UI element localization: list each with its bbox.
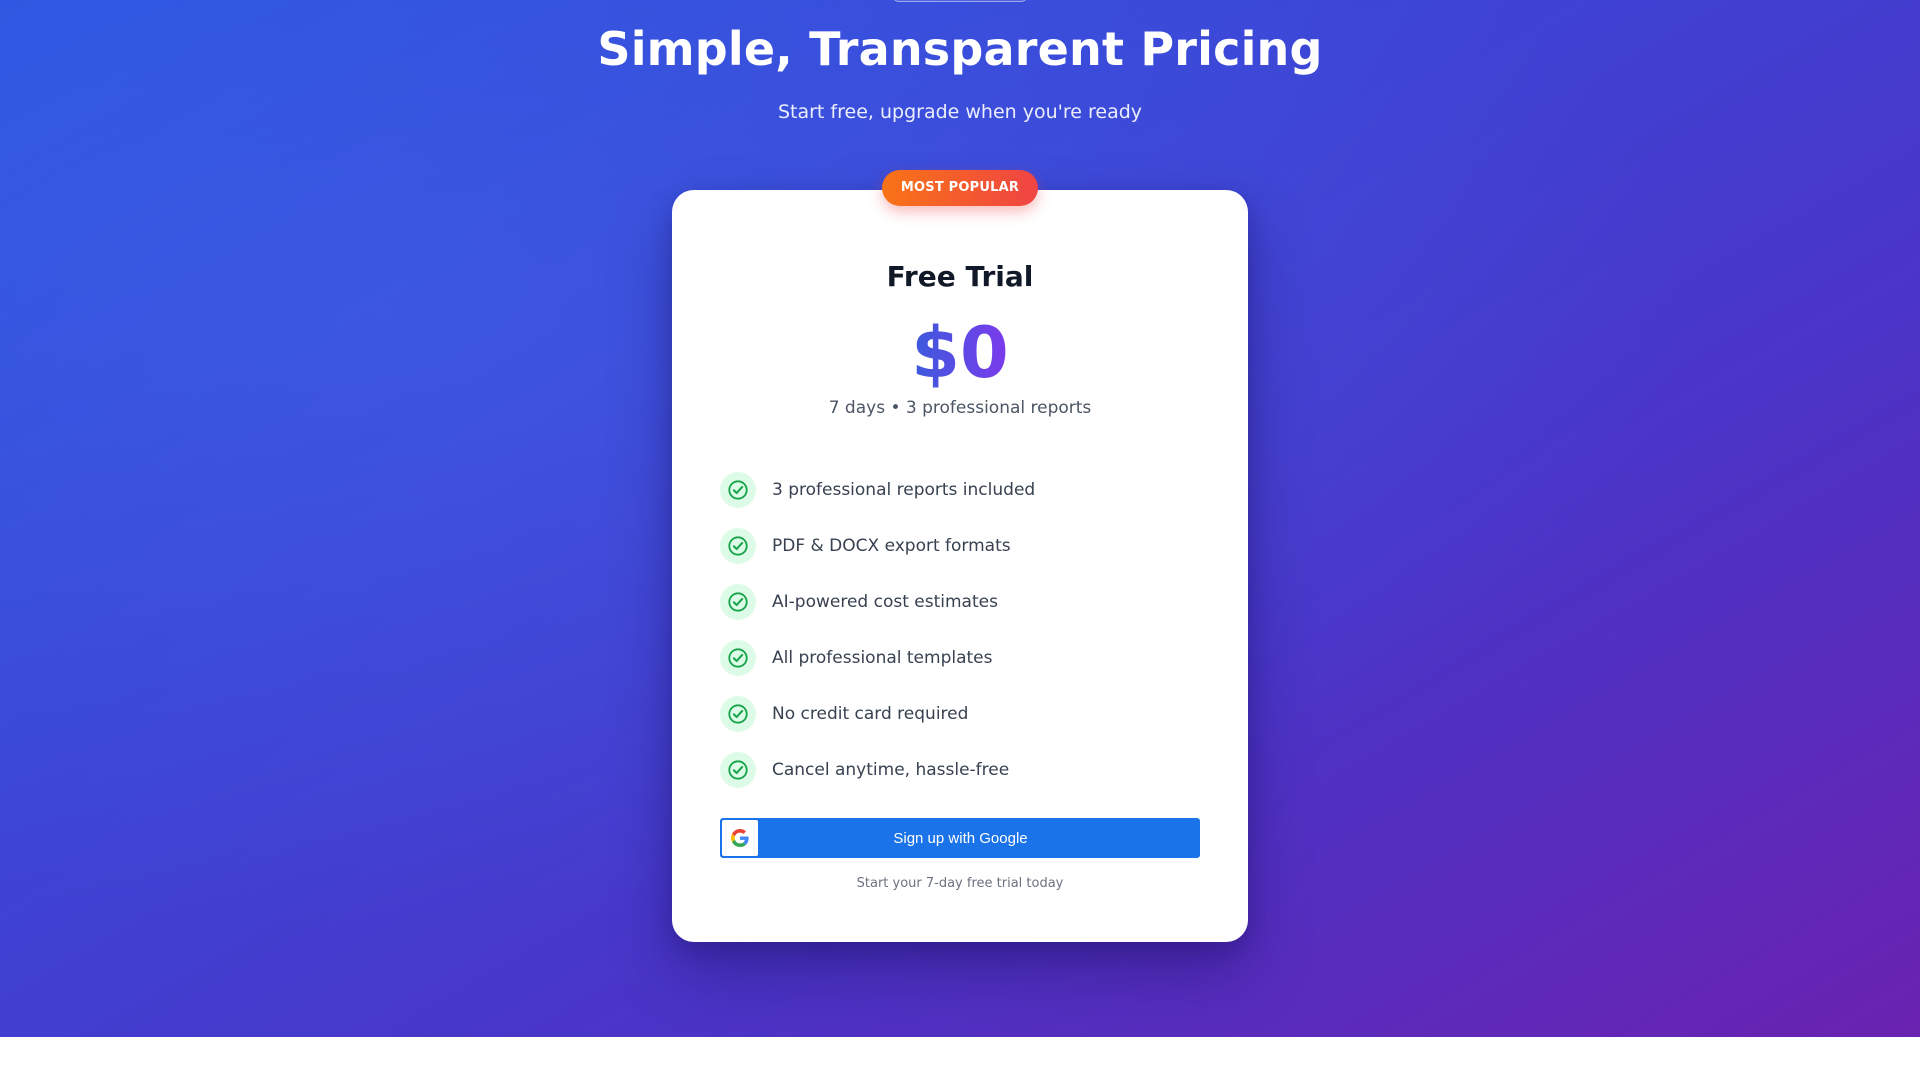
most-popular-badge: MOST POPULAR: [882, 170, 1038, 206]
feature-item: No credit card required: [720, 686, 1200, 742]
check-circle-icon: [720, 696, 756, 732]
check-circle-icon: [720, 640, 756, 676]
plan-price-subtitle: 7 days • 3 professional reports: [828, 398, 1092, 418]
feature-text: No credit card required: [772, 704, 969, 724]
page-title: Simple, Transparent Pricing: [597, 22, 1323, 76]
feature-item: 3 professional reports included: [720, 462, 1200, 518]
google-icon: [722, 820, 758, 856]
check-circle-icon: [720, 528, 756, 564]
feature-item: AI-powered cost estimates: [720, 574, 1200, 630]
feature-item: PDF & DOCX export formats: [720, 518, 1200, 574]
google-signup-label: Sign up with Google: [893, 829, 1028, 847]
plan-price: $0: [672, 312, 1248, 394]
feature-text: 3 professional reports included: [772, 480, 1036, 500]
trial-note: Start your 7-day free trial today: [856, 876, 1064, 891]
check-circle-icon: [720, 472, 756, 508]
feature-text: All professional templates: [772, 648, 993, 668]
feature-text: AI-powered cost estimates: [772, 592, 998, 612]
pricing-hero: Simple, Transparent Pricing Start free, …: [0, 0, 1920, 1037]
feature-item: All professional templates: [720, 630, 1200, 686]
feature-text: PDF & DOCX export formats: [772, 536, 1011, 556]
feature-item: Cancel anytime, hassle-free: [720, 742, 1200, 798]
check-circle-icon: [720, 584, 756, 620]
google-signup-button[interactable]: Sign up with Google: [720, 818, 1200, 858]
feature-text: Cancel anytime, hassle-free: [772, 760, 1010, 780]
plan-price-value: $0: [911, 312, 1009, 394]
page-subtitle: Start free, upgrade when you're ready: [777, 101, 1143, 123]
check-circle-icon: [720, 752, 756, 788]
top-pill: [892, 0, 1028, 2]
plan-name: Free Trial: [886, 260, 1034, 293]
feature-list: 3 professional reports included PDF & DO…: [720, 462, 1200, 798]
